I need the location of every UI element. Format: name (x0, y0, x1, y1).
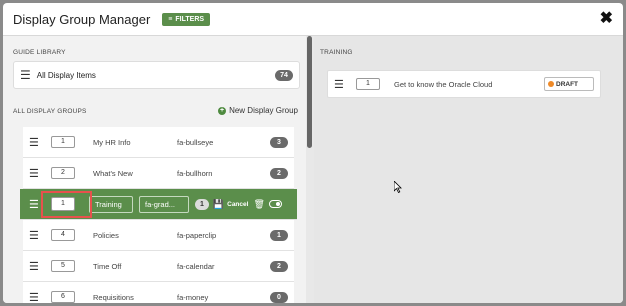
group-row[interactable]: ☰ 5 Time Off fa-calendar 2 (23, 251, 294, 282)
group-icon-name: fa-calendar (177, 261, 215, 271)
all-display-items-count: 74 (275, 69, 293, 81)
filters-label: FILTERS (175, 15, 205, 23)
hamburger-icon[interactable]: ☰ (29, 136, 51, 149)
training-section-label: TRAINING (320, 49, 353, 56)
new-display-group-button[interactable]: + New Display Group (218, 106, 298, 115)
group-icon-name: fa-bullseye (177, 137, 214, 147)
status-badge: DRAFT (544, 77, 594, 91)
order-field[interactable]: 4 (51, 229, 75, 241)
order-field[interactable]: 6 (51, 291, 75, 303)
list-icon: ☰ (20, 68, 31, 82)
hamburger-icon[interactable]: ☰ (29, 167, 51, 180)
right-panel: TRAINING ☰ 1 Get to know the Oracle Clou… (314, 36, 623, 303)
highlight-outline (41, 191, 92, 218)
group-name: Policies (93, 230, 119, 240)
modal-title: Display Group Manager (13, 11, 151, 27)
group-name: What's New (93, 168, 133, 178)
order-field[interactable]: 1 (356, 78, 380, 90)
group-name-input[interactable]: Training (89, 195, 133, 213)
status-label: DRAFT (556, 80, 579, 88)
group-icon-name: fa-money (177, 292, 209, 302)
trash-icon[interactable]: 🗑 (253, 199, 264, 210)
toggle-icon[interactable] (268, 200, 282, 208)
hamburger-icon[interactable]: ☰ (29, 291, 51, 304)
left-panel: GUIDE LIBRARY ☰ All Display Items 74 ALL… (3, 36, 306, 303)
save-icon[interactable]: 💾 (213, 199, 224, 210)
hamburger-icon[interactable]: ☰ (334, 78, 356, 91)
close-icon[interactable]: ✖ (600, 11, 613, 27)
cancel-button[interactable]: Cancel (227, 201, 248, 208)
group-row[interactable]: ☰ 2 What's New fa-bullhorn 2 (23, 158, 294, 189)
order-field[interactable]: 1 (51, 136, 75, 148)
group-row-editing[interactable]: ☰ 1 Training fa-grad... 1 💾 Cancel 🗑 (20, 189, 297, 220)
all-display-groups-label: ALL DISPLAY GROUPS (13, 108, 87, 115)
group-count: 2 (270, 260, 288, 272)
hamburger-icon[interactable]: ☰ (29, 260, 51, 273)
order-field[interactable]: 2 (51, 167, 75, 179)
group-name: Time Off (93, 261, 122, 271)
display-group-manager-modal: Display Group Manager ≡ FILTERS ✖ GUIDE … (3, 3, 623, 303)
order-input[interactable]: 1 (41, 191, 92, 218)
all-display-items[interactable]: ☰ All Display Items 74 (13, 61, 300, 89)
scrollbar-thumb[interactable] (307, 36, 312, 148)
guide-library-label: GUIDE LIBRARY (13, 49, 66, 56)
filters-button[interactable]: ≡ FILTERS (162, 12, 211, 26)
new-display-group-label: New Display Group (229, 106, 298, 115)
left-scrollbar[interactable] (306, 36, 314, 303)
group-name: Requisitions (93, 292, 134, 302)
status-dot (548, 81, 554, 87)
all-display-items-label: All Display Items (36, 70, 96, 80)
filter-icon: ≡ (168, 15, 173, 23)
group-row[interactable]: ☰ 1 My HR Info fa-bullseye 3 (23, 127, 294, 158)
order-field[interactable]: 5 (51, 260, 75, 272)
group-icon-name: fa-paperclip (177, 230, 217, 240)
modal-header: Display Group Manager ≡ FILTERS ✖ (3, 3, 623, 36)
group-count: 3 (270, 136, 288, 148)
training-item[interactable]: ☰ 1 Get to know the Oracle Cloud DRAFT (327, 70, 601, 98)
group-icon-input[interactable]: fa-grad... (139, 195, 189, 213)
group-row[interactable]: ☰ 6 Requisitions fa-money 0 (23, 282, 294, 303)
group-row[interactable]: ☰ 4 Policies fa-paperclip 1 (23, 220, 294, 251)
cursor-icon (394, 181, 402, 193)
group-count: 2 (270, 167, 288, 179)
hamburger-icon[interactable]: ☰ (29, 229, 51, 242)
display-groups-list: ☰ 1 My HR Info fa-bullseye 3 ☰ 2 What's … (20, 127, 297, 303)
plus-circle-icon: + (218, 106, 227, 115)
group-icon-name: fa-bullhorn (177, 168, 213, 178)
group-name: My HR Info (93, 137, 131, 147)
group-count: 0 (270, 291, 288, 303)
group-count: 1 (270, 229, 288, 241)
training-item-name: Get to know the Oracle Cloud (394, 79, 493, 89)
group-count: 1 (195, 198, 209, 210)
